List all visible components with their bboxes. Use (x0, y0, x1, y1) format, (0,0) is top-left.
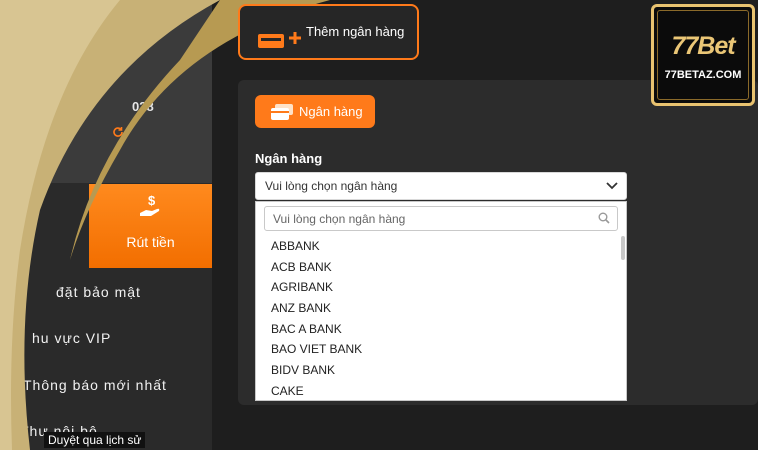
chevron-down-icon (606, 182, 618, 190)
logo-domain: 77BETAZ.COM (664, 69, 742, 81)
refresh-icon[interactable] (112, 126, 124, 138)
tab-bank-label: Ngân hàng (299, 104, 363, 119)
card-icon (271, 104, 293, 120)
history-link[interactable]: Duyệt qua lịch sử (44, 432, 146, 448)
bank-search-input[interactable] (265, 207, 601, 230)
menu-vip-area[interactable]: hu vực VIP (32, 330, 111, 346)
bank-option-list: ABBANK ACB BANK AGRIBANK ANZ BANK BAC A … (256, 236, 620, 400)
bank-option[interactable]: BIDV BANK (256, 360, 620, 381)
bank-search-box (264, 206, 618, 231)
bank-field-label: Ngân hàng (255, 151, 323, 166)
add-bank-button[interactable]: Thêm ngân hàng (238, 4, 419, 60)
menu-security-settings[interactable]: đặt bảo mật (56, 284, 141, 300)
bank-option[interactable]: CAKE (256, 381, 620, 400)
bank-option[interactable]: BAO VIET BANK (256, 339, 620, 360)
brand-logo: 77Bet 77BETAZ.COM (651, 4, 755, 106)
add-bank-label: Thêm ngân hàng (306, 24, 405, 39)
bank-dropdown: ABBANK ACB BANK AGRIBANK ANZ BANK BAC A … (255, 201, 627, 401)
search-icon (598, 212, 610, 224)
withdraw-label: Rút tiền (126, 234, 175, 250)
money-hand-icon: $ (140, 193, 160, 216)
bank-select-value: Vui lòng chọn ngân hàng (265, 179, 398, 193)
bank-select[interactable]: Vui lòng chọn ngân hàng (255, 172, 627, 200)
menu-latest-notifications[interactable]: Thông báo mới nhất (23, 377, 167, 393)
withdraw-button[interactable]: $ Rút tiền (89, 184, 212, 268)
tab-bank[interactable]: Ngân hàng (255, 95, 375, 128)
svg-text:$: $ (148, 193, 156, 208)
bank-option[interactable]: ACB BANK (256, 257, 620, 278)
bank-option[interactable]: BAC A BANK (256, 319, 620, 340)
bank-card-icon (258, 32, 301, 48)
account-summary (0, 0, 212, 183)
bank-option[interactable]: ANZ BANK (256, 298, 620, 319)
bank-option[interactable]: AGRIBANK (256, 277, 620, 298)
logo-mark: 77Bet (671, 32, 735, 60)
sidebar: 028 $ Rút tiền đặt bảo mật hu vực VIP Th… (0, 0, 212, 450)
balance-fragment: 028 (132, 99, 154, 114)
bank-option[interactable]: ABBANK (256, 236, 620, 257)
dropdown-scrollbar[interactable] (621, 236, 625, 260)
check-icon (3, 424, 15, 436)
